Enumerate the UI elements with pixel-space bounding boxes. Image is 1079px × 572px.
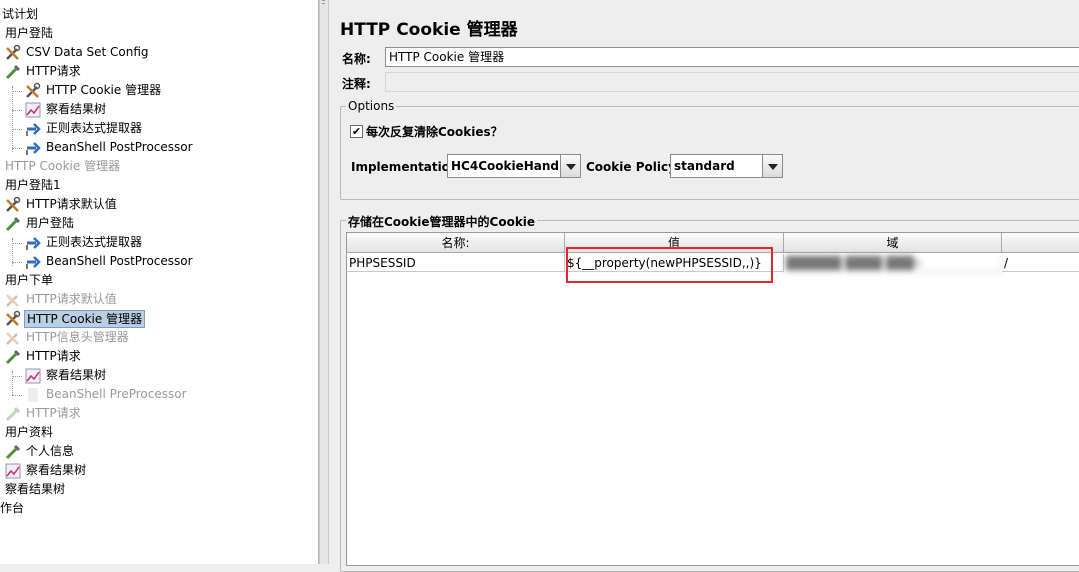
options-group-title: Options	[346, 99, 397, 113]
tree-guide	[12, 371, 13, 395]
implementation-value: HC4CookieHandler	[451, 159, 578, 173]
graph-icon	[25, 368, 41, 384]
script-icon	[28, 388, 38, 402]
comment-field[interactable]	[385, 72, 1079, 92]
chevron-down-icon[interactable]	[762, 155, 782, 177]
table-cell-name[interactable]: PHPSESSID	[347, 254, 565, 272]
graph-icon	[25, 102, 41, 118]
test-plan-tree[interactable]: 试计划 用户登陆 CSV Data Set Config HTTP请求 HTTP…	[0, 0, 319, 564]
name-label: 名称:	[342, 52, 371, 66]
splitter-grip[interactable]	[322, 0, 325, 6]
pipette-icon	[5, 444, 21, 460]
arrow-icon	[26, 123, 41, 136]
tree-guide	[12, 110, 22, 111]
table-cell-path[interactable]: /	[1002, 254, 1079, 272]
tree-guide	[12, 376, 22, 377]
wrench-icon	[6, 44, 21, 60]
comment-label: 注释:	[342, 77, 371, 91]
pipette-icon	[5, 406, 21, 422]
arrow-icon	[26, 256, 41, 269]
cookie-policy-select[interactable]: standard	[670, 154, 783, 178]
pane-splitter[interactable]	[319, 0, 329, 564]
wrench-icon	[26, 82, 41, 98]
column-header-domain[interactable]: 域	[784, 233, 1002, 253]
arrow-icon	[26, 237, 41, 250]
graph-icon	[5, 463, 21, 479]
wrench-icon	[6, 332, 19, 345]
wrench-icon	[6, 310, 21, 326]
tree-guide	[12, 262, 22, 263]
name-field[interactable]: HTTP Cookie 管理器	[385, 47, 1079, 67]
annotation-highlight-box	[566, 247, 773, 283]
tree-guide	[12, 91, 22, 92]
tree-guide	[12, 243, 22, 244]
implementation-select[interactable]: HC4CookieHandler	[447, 154, 581, 178]
cookie-policy-label: Cookie Policy:	[586, 160, 681, 174]
tree-guide	[12, 86, 13, 152]
tree-guide	[12, 395, 22, 396]
cookie-policy-value: standard	[674, 159, 735, 173]
stored-cookies-title: 存储在Cookie管理器中的Cookie	[346, 213, 538, 230]
wrench-icon	[6, 294, 19, 307]
pipette-icon	[5, 216, 21, 232]
clear-each-iteration-label: 每次反复清除Cookies？	[366, 125, 503, 139]
table-cell-domain[interactable]: ██████ ████ ███n	[784, 254, 1002, 272]
pipette-icon	[5, 64, 21, 80]
options-group	[340, 106, 1079, 200]
clear-each-iteration-checkbox[interactable]: ✔	[350, 125, 363, 138]
wrench-icon	[6, 196, 21, 212]
chevron-down-icon[interactable]	[560, 155, 580, 177]
tree-guide	[12, 129, 22, 130]
tree-guide	[12, 148, 22, 149]
column-header-name[interactable]: 名称:	[347, 233, 565, 253]
pipette-icon	[5, 349, 21, 365]
arrow-icon	[26, 142, 41, 155]
page-title: HTTP Cookie 管理器	[340, 20, 518, 40]
column-header-path[interactable]	[1002, 233, 1079, 253]
